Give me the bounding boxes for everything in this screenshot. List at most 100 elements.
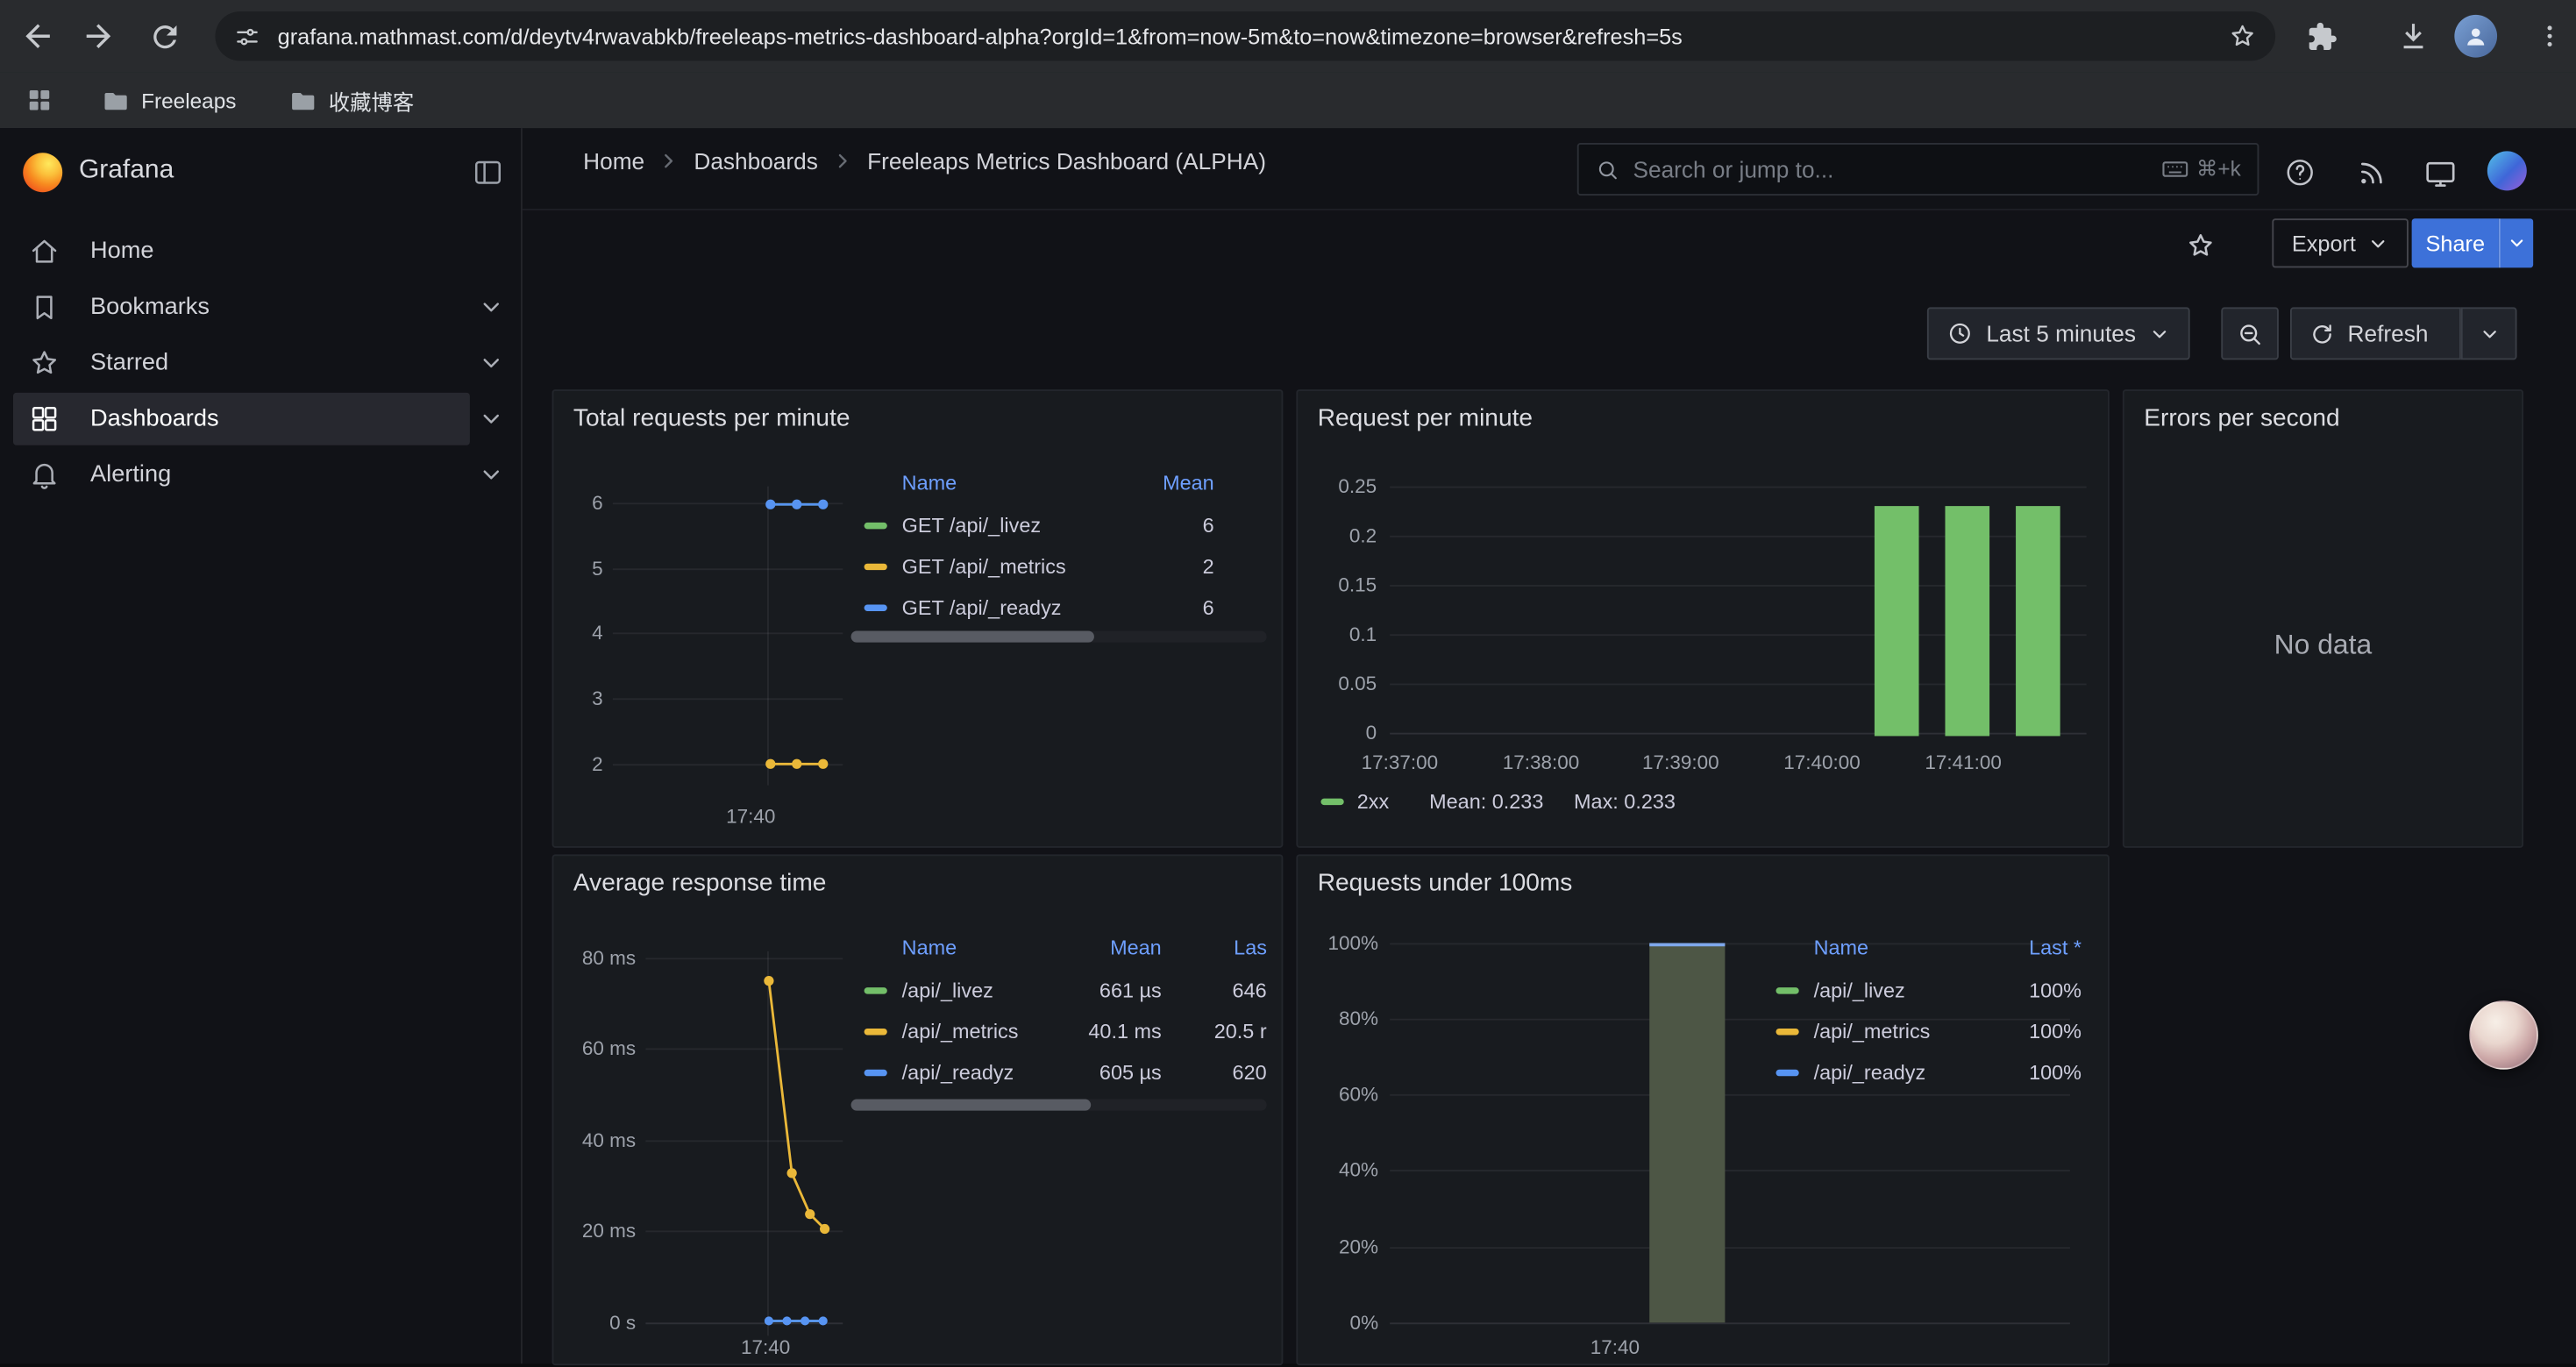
monitor-icon[interactable] — [2422, 154, 2458, 190]
series-swatch — [865, 605, 887, 611]
star-icon — [28, 346, 60, 379]
legend-header[interactable]: Name Mean — [851, 466, 1269, 499]
legend-row[interactable]: /api/_livez 100% — [1763, 971, 2082, 1012]
y-tick: 0.15 — [1305, 573, 1377, 596]
series-name[interactable]: 2xx — [1357, 786, 1389, 818]
chevron-down-icon — [2367, 232, 2388, 253]
x-tick: 17:39:00 — [1642, 751, 1719, 773]
url-text: grafana.mathmast.com/d/deytv4rwavabkb/fr… — [278, 24, 2211, 48]
scrollbar-thumb[interactable] — [851, 631, 1094, 643]
profile-avatar[interactable] — [2454, 15, 2497, 58]
site-info-icon[interactable] — [233, 22, 261, 50]
series-mean: 40.1 ms — [1027, 1012, 1162, 1053]
floating-avatar[interactable] — [2469, 1000, 2538, 1070]
time-range-picker[interactable]: Last 5 minutes — [1927, 307, 2190, 360]
series-name[interactable]: /api/_metrics — [1814, 1012, 1931, 1053]
panel-title[interactable]: Average response time — [573, 869, 827, 897]
legend-row[interactable]: /api/_metrics 40.1 ms 20.5 r — [851, 1012, 1267, 1053]
y-tick: 0.25 — [1305, 475, 1377, 498]
panel-title[interactable]: Requests under 100ms — [1318, 869, 1573, 897]
chevron-down-icon[interactable] — [478, 294, 504, 320]
grafana-header: Home Dashboards Freeleaps Metrics Dashbo… — [523, 128, 2576, 210]
downloads-icon[interactable] — [2394, 17, 2433, 56]
search-input[interactable] — [1633, 156, 2146, 182]
chevron-down-icon[interactable] — [478, 350, 504, 376]
url-bar[interactable]: grafana.mathmast.com/d/deytv4rwavabkb/fr… — [215, 11, 2275, 61]
scrollbar-thumb[interactable] — [851, 1100, 1092, 1111]
help-icon[interactable] — [2282, 154, 2318, 190]
legend-row[interactable]: /api/_livez 661 µs 646 — [851, 971, 1267, 1012]
bookmark-folder-freeleaps[interactable]: Freeleaps — [92, 81, 246, 120]
breadcrumb-home[interactable]: Home — [583, 148, 644, 174]
search-box[interactable]: ⌘+k — [1577, 143, 2259, 196]
x-tick: 17:38:00 — [1503, 751, 1580, 773]
export-button[interactable]: Export — [2272, 218, 2409, 267]
legend-row[interactable]: /api/_metrics 100% — [1763, 1012, 2082, 1053]
bookmark-folder-blogs[interactable]: 收藏博客 — [280, 81, 424, 120]
series-swatch — [865, 1070, 887, 1076]
sidebar-item-home[interactable]: Home — [0, 224, 523, 280]
y-tick: 0% — [1301, 1311, 1378, 1334]
x-tick: 17:40 — [726, 805, 775, 828]
forward-icon[interactable] — [79, 17, 118, 56]
chevron-down-icon — [2149, 323, 2170, 344]
legend-row[interactable]: /api/_readyz 605 µs 620 — [851, 1053, 1267, 1094]
series-last: 646 — [1178, 971, 1266, 1012]
series-name[interactable]: /api/_readyz — [1814, 1053, 1926, 1094]
sidebar-collapse-icon[interactable] — [472, 156, 504, 189]
y-tick: 0.05 — [1305, 672, 1377, 694]
refresh-button[interactable]: Refresh — [2290, 307, 2461, 360]
browser-menu-icon[interactable] — [2530, 17, 2570, 56]
series-name[interactable]: GET /api/_livez — [902, 506, 1041, 547]
legend-row[interactable]: GET /api/_readyz 6 — [851, 588, 1269, 630]
panel-title[interactable]: Total requests per minute — [573, 404, 850, 432]
bookmark-star-icon[interactable] — [2228, 21, 2258, 51]
series-name[interactable]: GET /api/_readyz — [902, 588, 1062, 630]
grafana-sidebar: Grafana Home Bookmarks Starred — [0, 128, 523, 1363]
series-name[interactable]: /api/_livez — [902, 971, 993, 1012]
extensions-icon[interactable] — [2302, 17, 2341, 56]
apps-grid-icon[interactable] — [19, 81, 59, 120]
legend-row[interactable]: 2xx Mean: 0.233 Max: 0.233 — [1318, 786, 2090, 818]
series-name[interactable]: GET /api/_metrics — [902, 547, 1066, 588]
sidebar-item-alerting[interactable]: Alerting — [0, 447, 523, 503]
back-icon[interactable] — [18, 17, 58, 56]
grafana-logo[interactable] — [23, 153, 62, 192]
sidebar-item-dashboards[interactable]: Dashboards — [0, 391, 523, 447]
x-tick: 17:37:00 — [1362, 751, 1439, 773]
folder-icon — [289, 86, 317, 114]
series-swatch — [1776, 1029, 1799, 1035]
legend-header[interactable]: Name Last * — [1763, 931, 2082, 964]
refresh-interval-dropdown[interactable] — [2461, 307, 2517, 360]
x-tick: 17:40 — [741, 1335, 790, 1358]
series-name[interactable]: /api/_livez — [1814, 971, 1905, 1012]
rss-icon[interactable] — [2352, 154, 2388, 190]
series-swatch — [865, 987, 887, 993]
share-dropdown-button[interactable] — [2499, 218, 2533, 267]
chevron-down-icon[interactable] — [478, 462, 504, 488]
series-max: Max: 0.233 — [1574, 786, 1676, 818]
share-button[interactable]: Share — [2412, 218, 2499, 267]
series-name[interactable]: /api/_metrics — [902, 1012, 1019, 1053]
reload-icon[interactable] — [145, 17, 184, 56]
breadcrumb-dashboards[interactable]: Dashboards — [694, 148, 817, 174]
folder-icon — [102, 86, 130, 114]
chevron-down-icon[interactable] — [478, 406, 504, 432]
favorite-star-icon[interactable] — [2181, 227, 2217, 263]
series-last: 620 — [1178, 1053, 1266, 1094]
sidebar-item-starred[interactable]: Starred — [0, 335, 523, 391]
legend-row[interactable]: GET /api/_livez 6 — [851, 506, 1269, 547]
legend-row[interactable]: GET /api/_metrics 2 — [851, 547, 1269, 588]
zoom-out-button[interactable] — [2221, 307, 2279, 360]
panel-title[interactable]: Errors per second — [2144, 404, 2339, 432]
brand-title: Grafana — [79, 156, 174, 186]
sidebar-item-bookmarks[interactable]: Bookmarks — [0, 280, 523, 336]
breadcrumb-current: Freeleaps Metrics Dashboard (ALPHA) — [867, 148, 1266, 174]
legend-row[interactable]: /api/_readyz 100% — [1763, 1053, 2082, 1094]
user-avatar[interactable] — [2487, 151, 2527, 190]
y-tick: 40 ms — [557, 1128, 636, 1151]
panel-title[interactable]: Request per minute — [1318, 404, 1533, 432]
legend-header[interactable]: Name Mean Las — [851, 931, 1267, 964]
series-name[interactable]: /api/_readyz — [902, 1053, 1014, 1094]
y-tick: 5 — [560, 557, 603, 580]
